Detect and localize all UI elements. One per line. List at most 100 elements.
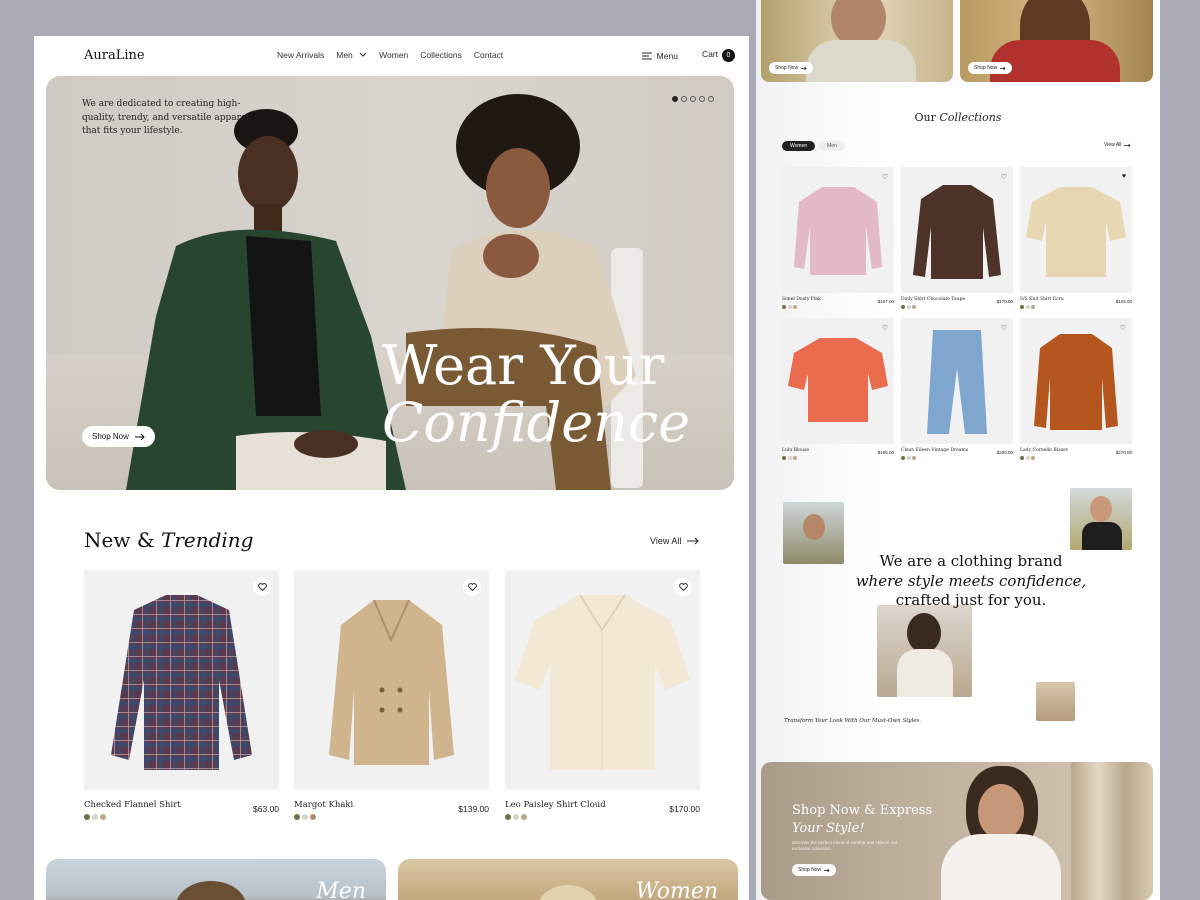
carousel-dot-3[interactable] bbox=[690, 96, 696, 102]
product-name: Sonel Dusty Pink bbox=[782, 297, 821, 302]
product-card[interactable]: Margot Khaki $139.00 bbox=[294, 570, 489, 820]
product-name[interactable]: Leo Paisley Shirt Cloud bbox=[505, 800, 606, 810]
heart-icon[interactable]: ♥ bbox=[1122, 173, 1126, 180]
color-swatch[interactable] bbox=[513, 814, 519, 820]
product-image[interactable] bbox=[294, 570, 489, 790]
brand-logo[interactable]: AuraLine bbox=[84, 48, 145, 63]
color-swatch[interactable] bbox=[912, 456, 916, 460]
arrow-right-icon bbox=[801, 66, 807, 70]
wishlist-button[interactable] bbox=[463, 578, 481, 596]
color-swatch[interactable] bbox=[912, 305, 916, 309]
color-swatch[interactable] bbox=[901, 305, 905, 309]
carousel-dots bbox=[672, 96, 714, 102]
collection-image[interactable]: ♡ bbox=[901, 318, 1013, 444]
cart-button[interactable]: Cart 0 bbox=[702, 49, 735, 62]
color-swatch[interactable] bbox=[505, 814, 511, 820]
color-swatch[interactable] bbox=[906, 305, 911, 309]
product-card[interactable]: Checked Flannel Shirt $63.00 bbox=[84, 570, 279, 820]
hero-shop-now-button[interactable]: Shop Now bbox=[82, 426, 155, 447]
color-swatch[interactable] bbox=[906, 456, 911, 460]
color-swatch[interactable] bbox=[294, 814, 300, 820]
category-banner-women[interactable]: Women bbox=[398, 859, 738, 900]
color-swatch[interactable] bbox=[100, 814, 106, 820]
about-photo-3 bbox=[877, 605, 972, 697]
product-price: $63.00 bbox=[253, 804, 279, 814]
trending-heading-text: New & bbox=[84, 528, 155, 552]
collections-view-all-link[interactable]: View All bbox=[1104, 142, 1131, 148]
color-swatch[interactable] bbox=[901, 456, 905, 460]
carousel-dot-2[interactable] bbox=[681, 96, 687, 102]
color-swatch[interactable] bbox=[782, 305, 786, 309]
about-photo-4 bbox=[1036, 682, 1075, 721]
arrow-right-icon bbox=[824, 868, 830, 872]
collection-card[interactable]: ♡ Clean Eileen Vintage Dreams $200.00 bbox=[901, 318, 1013, 460]
nav-contact[interactable]: Contact bbox=[474, 50, 503, 60]
nav-women[interactable]: Women bbox=[379, 50, 408, 60]
heart-icon[interactable]: ♡ bbox=[882, 324, 888, 332]
color-swatch[interactable] bbox=[787, 456, 792, 460]
color-swatch[interactable] bbox=[1025, 456, 1030, 460]
shop-now-label: Shop Now bbox=[974, 65, 998, 71]
product-card[interactable]: Leo Paisley Shirt Cloud $170.00 bbox=[505, 570, 700, 820]
carousel-dot-5[interactable] bbox=[708, 96, 714, 102]
hero-intro-text: We are dedicated to creating high-qualit… bbox=[82, 99, 250, 136]
trending-view-all-link[interactable]: View All bbox=[650, 536, 700, 546]
promo-shop-now-button[interactable]: Shop Now bbox=[792, 864, 837, 876]
collection-card[interactable]: ♡ Sonel Dusty Pink $107.00 bbox=[782, 167, 894, 309]
heart-icon[interactable]: ♡ bbox=[1001, 173, 1007, 181]
color-swatch[interactable] bbox=[1031, 456, 1035, 460]
view-all-label: View All bbox=[650, 536, 682, 546]
collection-card[interactable]: ♥ S/S Knit Shirt Ecru $126.00 bbox=[1020, 167, 1132, 309]
category-banner-men[interactable]: Men bbox=[46, 859, 386, 900]
carousel-dot-4[interactable] bbox=[699, 96, 705, 102]
color-swatch[interactable] bbox=[84, 814, 90, 820]
color-swatch[interactable] bbox=[787, 305, 792, 309]
wishlist-button[interactable] bbox=[253, 578, 271, 596]
collection-card[interactable]: ♡ Daily Shirt Chocolate Taupe $170.00 bbox=[901, 167, 1013, 309]
color-swatch[interactable] bbox=[1031, 305, 1035, 309]
product-name[interactable]: Checked Flannel Shirt bbox=[84, 800, 181, 810]
collection-image[interactable]: ♡ bbox=[1020, 318, 1132, 444]
heart-icon[interactable]: ♡ bbox=[1001, 324, 1007, 332]
collection-image[interactable]: ♥ bbox=[1020, 167, 1132, 293]
color-swatch[interactable] bbox=[92, 814, 98, 820]
color-swatch[interactable] bbox=[1020, 305, 1024, 309]
product-image[interactable] bbox=[505, 570, 700, 790]
top-image-men[interactable]: Shop Now bbox=[761, 0, 953, 82]
collection-image[interactable]: ♡ bbox=[901, 167, 1013, 293]
heart-icon[interactable]: ♡ bbox=[1120, 324, 1126, 332]
tab-men[interactable]: Men bbox=[819, 141, 845, 151]
color-swatches bbox=[782, 305, 797, 309]
collection-image[interactable]: ♡ bbox=[782, 318, 894, 444]
shop-now-button[interactable]: Shop Now bbox=[769, 62, 814, 74]
tab-women[interactable]: Women bbox=[782, 141, 816, 151]
product-name[interactable]: Margot Khaki bbox=[294, 800, 353, 810]
curtain-figure bbox=[1071, 762, 1153, 900]
heart-icon[interactable]: ♡ bbox=[882, 173, 888, 181]
color-swatch[interactable] bbox=[793, 305, 797, 309]
color-swatch[interactable] bbox=[782, 456, 786, 460]
nav-collections[interactable]: Collections bbox=[420, 50, 462, 60]
product-image[interactable] bbox=[84, 570, 279, 790]
collection-image[interactable]: ♡ bbox=[782, 167, 894, 293]
hero-title: Wear Your Confidence bbox=[382, 337, 690, 451]
color-swatch[interactable] bbox=[302, 814, 308, 820]
color-swatch[interactable] bbox=[310, 814, 316, 820]
wishlist-button[interactable] bbox=[674, 578, 692, 596]
collection-card[interactable]: ♡ Lulu Blouse $185.00 bbox=[782, 318, 894, 460]
nav-men[interactable]: Men bbox=[336, 50, 367, 60]
color-swatch[interactable] bbox=[1025, 305, 1030, 309]
collection-card[interactable]: ♡ Lady Cornelle Blazer $270.00 bbox=[1020, 318, 1132, 460]
color-swatch[interactable] bbox=[793, 456, 797, 460]
product-price: $170.00 bbox=[669, 804, 700, 814]
color-swatch[interactable] bbox=[1020, 456, 1024, 460]
top-image-women[interactable]: Shop Now bbox=[960, 0, 1153, 82]
nav-new-arrivals[interactable]: New Arrivals bbox=[277, 50, 324, 60]
menu-button[interactable]: Menu bbox=[641, 51, 678, 61]
collections-page: Shop Now Shop Now Our Collections Women … bbox=[756, 0, 1160, 900]
brand-statement-line1: We are a clothing brand bbox=[879, 552, 1063, 570]
color-swatch[interactable] bbox=[521, 814, 527, 820]
shop-now-button[interactable]: Shop Now bbox=[968, 62, 1013, 74]
carousel-dot-1[interactable] bbox=[672, 96, 678, 102]
orange-blazer-figure bbox=[1034, 334, 1118, 430]
